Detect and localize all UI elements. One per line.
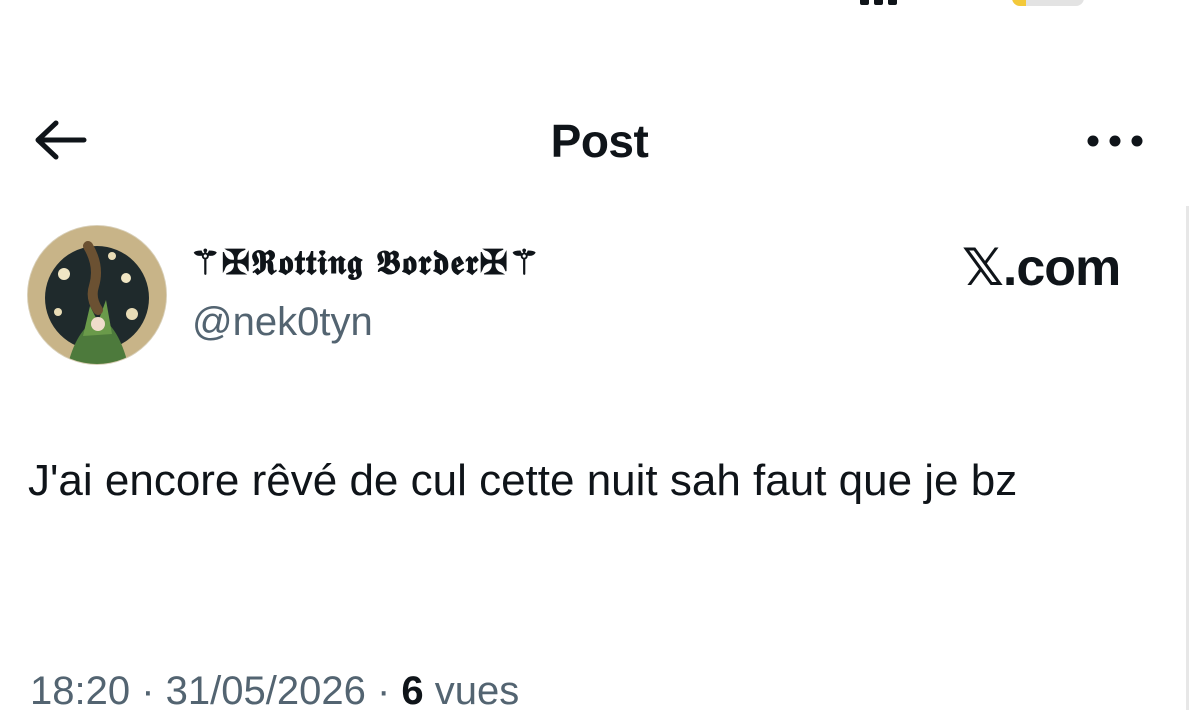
author-display-name[interactable]: ⚚✠𝕽𝖔𝖙𝖙𝖎𝖓𝖌 𝕭𝖔𝖗𝖉𝖊𝖗✠⚚	[190, 238, 540, 288]
source-label[interactable]: 𝕏.com	[962, 238, 1121, 298]
more-horizontal-icon	[1087, 135, 1143, 147]
meta-separator: ·	[130, 669, 166, 713]
author-handle[interactable]: @nek0tyn	[192, 300, 373, 345]
battery-icon	[1012, 0, 1084, 6]
divider	[1186, 206, 1189, 710]
post-header: Post	[0, 100, 1199, 180]
more-options-button[interactable]	[1082, 124, 1148, 158]
views-label: vues	[423, 669, 520, 713]
post-date[interactable]: 31/05/2026	[166, 669, 366, 713]
views-count: 6	[401, 669, 424, 713]
post-meta: 18:20 · 31/05/2026 · 6 vues	[30, 666, 519, 716]
post-time[interactable]: 18:20	[30, 669, 130, 713]
page-title: Post	[550, 115, 649, 167]
post-text: J'ai encore rêvé de cul cette nuit sah f…	[28, 456, 1018, 505]
status-bar	[0, 0, 1199, 10]
avatar[interactable]	[28, 226, 166, 364]
signal-icon	[860, 0, 897, 5]
meta-separator: ·	[365, 669, 402, 713]
